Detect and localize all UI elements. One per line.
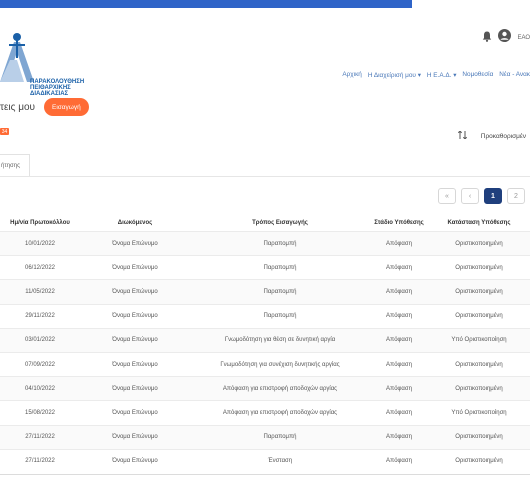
cell-status: Οριστικοποιημένη — [428, 279, 530, 305]
col-header-entry-method[interactable]: Τρόπος Εισαγωγής — [190, 215, 370, 232]
cell-date: 04/10/2022 — [0, 376, 80, 401]
tab-search[interactable]: ήτησης — [0, 154, 30, 177]
cell-accused: Όνομα Επώνυμο — [80, 328, 190, 353]
page-title: τεις μου — [0, 102, 36, 113]
page-button[interactable]: 1 — [484, 188, 502, 204]
prev-page-button[interactable]: ‹ — [461, 188, 479, 204]
cell-status: Οριστικοποιημένη — [455, 361, 503, 368]
cell-date: 27/11/2022 — [25, 458, 55, 465]
nav-item-news[interactable]: Νέα - Ανακ — [499, 71, 530, 79]
cell-stage: Απόφαση — [370, 279, 428, 305]
cell-accused: Όνομα Επώνυμο — [112, 361, 158, 368]
cell-stage: Απόφαση — [386, 264, 412, 271]
table-row[interactable]: 29/11/2022 Όνομα Επώνυμο Παραπομπή Απόφα… — [0, 304, 530, 328]
col-header-accused[interactable]: Διωκόμενος — [80, 215, 190, 232]
table-row[interactable]: 27/11/2022 Όνομα Επώνυμο Παραπομπή Απόφα… — [0, 425, 530, 450]
sort-icon[interactable] — [457, 130, 467, 141]
cases-table: Ημ/νία Πρωτοκόλλου Διωκόμενος Τρόπος Εισ… — [0, 215, 530, 473]
cell-entry-method: Απόφαση για επιστροφή αποδοχών αργίας — [190, 376, 370, 401]
cell-stage: Απόφαση — [370, 328, 428, 353]
cell-accused: Όνομα Επώνυμο — [80, 376, 190, 401]
cell-stage: Απόφαση — [386, 313, 412, 320]
cell-entry-method: Γνωμοδότηση για θέση σε δυνητική αργία — [190, 328, 370, 353]
cell-date: 15/08/2022 — [24, 409, 56, 416]
cell-stage: Απόφαση — [386, 458, 412, 465]
cell-date: 10/01/2022 — [0, 231, 80, 256]
table-row[interactable]: 11/05/2022 Όνομα Επώνυμο Παραπομπή Απόφα… — [0, 279, 530, 305]
main-nav: Αρχική Η Διαχείρισή μου ▾ Η Ε.Α.Δ. ▾ Νομ… — [342, 71, 530, 79]
count-badge: 34 — [0, 128, 9, 135]
header-actions: ΕΑΟ — [482, 28, 530, 48]
sort-control: Προκαθορισμέν — [457, 130, 530, 142]
cell-date: 07/09/2022 — [24, 361, 56, 368]
cell-accused: Όνομα Επώνυμο — [112, 458, 158, 465]
cell-stage: Απόφαση — [370, 231, 428, 256]
cell-accused: Όνομα Επώνυμο — [80, 279, 190, 305]
cell-date: 03/01/2022 — [0, 328, 80, 353]
cell-entry-method: Απόφαση για επιστροφή αποδοχών αργίας — [222, 409, 338, 416]
bell-icon[interactable] — [482, 29, 492, 47]
page-button[interactable]: 2 — [507, 188, 525, 204]
cell-accused: Όνομα Επώνυμο — [112, 264, 158, 271]
logo-text: ΠΑΡΑΚΟΛΟΥΘΗΣΗ ΠΕΙΘΑΡΧΙΚΗΣ ΔΙΑΔΙΚΑΣΙΑΣ — [30, 79, 84, 97]
cell-entry-method: Παραπομπή — [263, 264, 297, 271]
user-avatar-icon[interactable] — [498, 29, 512, 47]
table-bottom-border — [0, 474, 530, 475]
cell-stage: Απόφαση — [386, 361, 412, 368]
cell-status: Υπό Οριστικοποίηση — [428, 328, 530, 353]
table-row[interactable]: 15/08/2022 Όνομα Επώνυμο Απόφαση για επι… — [0, 400, 530, 425]
cell-date: 06/12/2022 — [24, 264, 56, 271]
cell-date: 27/11/2022 — [0, 425, 80, 450]
table-row[interactable]: 07/09/2022 Όνομα Επώνυμο Γνωμοδότηση για… — [0, 352, 530, 376]
logo-graphic — [0, 33, 34, 82]
cell-entry-method: Ένσταση — [267, 458, 293, 465]
nav-item-legislation[interactable]: Νομοθεσία — [462, 71, 493, 79]
cell-status: Οριστικοποιημένη — [428, 425, 530, 450]
col-header-protocol-date[interactable]: Ημ/νία Πρωτοκόλλου — [0, 215, 80, 232]
cell-status: Οριστικοποιημένη — [428, 231, 530, 256]
nav-item-ead[interactable]: Η Ε.Α.Δ. ▾ — [427, 71, 457, 79]
col-header-status[interactable]: Κατάσταση Υπόθεσης — [428, 215, 530, 232]
top-bar — [0, 0, 412, 8]
cell-status: Οριστικοποιημένη — [455, 264, 503, 271]
user-name[interactable]: ΕΑΟ — [517, 35, 530, 41]
cell-status: Υπό Οριστικοποίηση — [451, 409, 507, 416]
nav-item-home[interactable]: Αρχική — [342, 71, 361, 79]
cell-status: Οριστικοποιημένη — [428, 376, 530, 401]
cell-entry-method: Παραπομπή — [190, 425, 370, 450]
cell-accused: Όνομα Επώνυμο — [112, 409, 158, 416]
logo-line: ΔΙΑΔΙΚΑΣΙΑΣ — [30, 91, 69, 97]
cell-status: Οριστικοποιημένη — [455, 313, 503, 320]
pagination: « ‹ 1 2 — [438, 188, 530, 204]
cell-status: Οριστικοποιημένη — [455, 458, 503, 465]
col-header-stage[interactable]: Στάδιο Υπόθεσης — [370, 215, 428, 232]
tab-divider — [0, 176, 530, 177]
cell-date: 11/05/2022 — [0, 279, 80, 305]
cell-accused: Όνομα Επώνυμο — [80, 231, 190, 256]
cell-date: 29/11/2022 — [25, 313, 55, 320]
table-row[interactable]: 04/10/2022 Όνομα Επώνυμο Απόφαση για επι… — [0, 376, 530, 401]
cell-entry-method: Παραπομπή — [190, 279, 370, 305]
add-button[interactable]: Εισαγωγή — [44, 98, 89, 116]
table-row[interactable]: 06/12/2022 Όνομα Επώνυμο Παραπομπή Απόφα… — [0, 255, 530, 280]
table-row[interactable]: 10/01/2022 Όνομα Επώνυμο Παραπομπή Απόφα… — [0, 231, 530, 256]
table-row[interactable]: 27/11/2022 Όνομα Επώνυμο Ένσταση Απόφαση… — [0, 449, 530, 473]
cell-accused: Όνομα Επώνυμο — [112, 313, 158, 320]
cell-accused: Όνομα Επώνυμο — [80, 425, 190, 450]
nav-item-my-management[interactable]: Η Διαχείρισή μου ▾ — [368, 71, 421, 79]
cell-entry-method: Παραπομπή — [263, 313, 297, 320]
cell-stage: Απόφαση — [386, 409, 412, 416]
cell-stage: Απόφαση — [370, 425, 428, 450]
sort-select[interactable]: Προκαθορισμέν — [477, 130, 530, 142]
cell-stage: Απόφαση — [370, 376, 428, 401]
first-page-button[interactable]: « — [438, 188, 456, 204]
table-row[interactable]: 03/01/2022 Όνομα Επώνυμο Γνωμοδότηση για… — [0, 328, 530, 353]
cell-entry-method: Παραπομπή — [190, 231, 370, 256]
site-logo[interactable]: ΠΑΡΑΚΟΛΟΥΘΗΣΗ ΠΕΙΘΑΡΧΙΚΗΣ ΔΙΑΔΙΚΑΣΙΑΣ — [0, 24, 90, 97]
cell-entry-method: Γνωμοδότηση για συνέχιση δυνητικής αργία… — [220, 361, 340, 368]
